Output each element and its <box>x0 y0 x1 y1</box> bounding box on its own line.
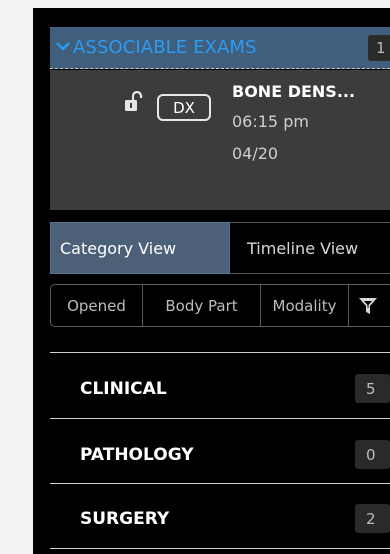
exam-date: 04/20 <box>232 144 279 163</box>
filter-modality-button[interactable]: Modality <box>261 285 349 326</box>
associable-exams-title: ASSOCIABLE EXAMS <box>73 37 257 58</box>
divider <box>50 483 390 484</box>
category-label: CLINICAL <box>80 379 167 399</box>
modality-badge: DX <box>157 94 211 121</box>
filter-opened-button[interactable]: Opened <box>51 285 143 326</box>
category-row-pathology[interactable]: PATHOLOGY 0 <box>50 426 390 486</box>
category-count-badge: 5 <box>355 374 390 403</box>
filter-funnel-icon[interactable] <box>349 285 389 326</box>
category-label: PATHOLOGY <box>80 445 194 465</box>
category-label: SURGERY <box>80 509 170 529</box>
chevron-down-icon <box>56 39 70 55</box>
exam-time: 06:15 pm <box>232 112 309 131</box>
tab-timeline-view[interactable]: Timeline View <box>230 222 390 274</box>
unlocked-padlock-icon[interactable] <box>123 90 143 112</box>
exam-card[interactable]: DX BONE DENS... 06:15 pm 04/20 <box>50 70 390 210</box>
filter-toolbar: Opened Body Part Modality <box>50 284 390 327</box>
category-count-badge: 0 <box>355 440 390 469</box>
divider <box>50 418 390 419</box>
category-row-clinical[interactable]: CLINICAL 5 <box>50 360 390 420</box>
exam-side-panel: ASSOCIABLE EXAMS 1 DX BONE DENS... 06:15… <box>33 8 390 554</box>
divider <box>50 548 390 549</box>
category-count-badge: 2 <box>355 504 390 533</box>
associable-exams-count-badge: 1 <box>368 35 390 61</box>
category-row-surgery[interactable]: SURGERY 2 <box>50 490 390 550</box>
divider <box>50 352 390 353</box>
exam-name: BONE DENS... <box>232 82 356 101</box>
tab-category-view[interactable]: Category View <box>50 222 230 274</box>
filter-body-part-button[interactable]: Body Part <box>143 285 261 326</box>
associable-exams-header[interactable]: ASSOCIABLE EXAMS 1 <box>50 27 390 69</box>
